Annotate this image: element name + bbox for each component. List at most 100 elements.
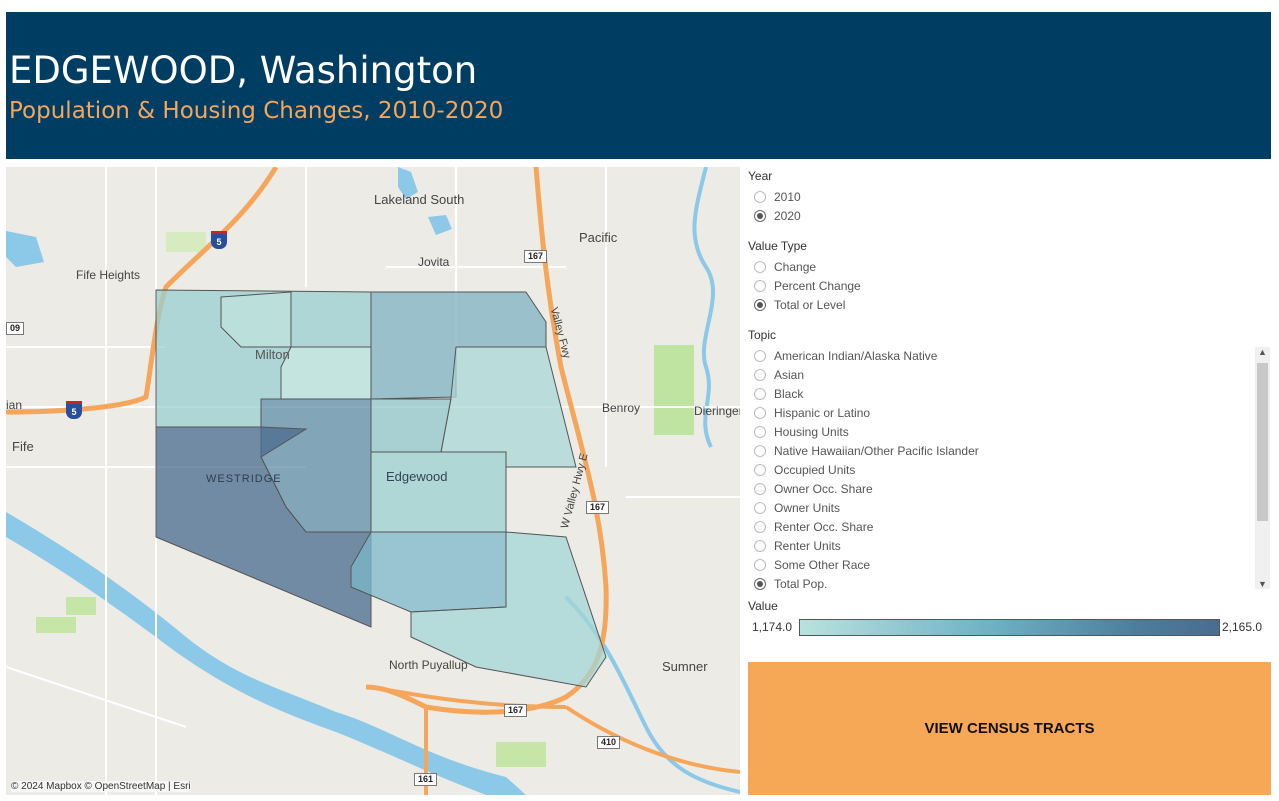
value_type-option-label: Total or Level [774,298,846,312]
topic-option[interactable]: American Indian/Alaska Native [754,348,937,364]
page-subtitle: Population & Housing Changes, 2010-2020 [9,98,504,124]
park [496,742,546,767]
route-shield: 167 [504,704,528,717]
map-attribution[interactable]: © 2024 Mapbox © OpenStreetMap | Esri [11,781,191,792]
place-label: Fife Heights [76,268,141,282]
scroll-thumb[interactable] [1257,363,1268,521]
tract-polygon[interactable] [370,398,452,453]
census-tracts[interactable] [155,289,607,688]
year-option-label: 2020 [774,209,801,223]
topic-option-label: Some Other Race [774,558,871,572]
interstate-shield: 5 [66,401,82,419]
topic-option[interactable]: Occupied Units [754,462,855,478]
year-option-label: 2010 [774,190,801,204]
value_type-option-label: Percent Change [774,279,861,293]
topic-option[interactable]: Black [754,386,803,402]
radio-button-icon[interactable] [754,280,766,292]
place-label: WESTRIDGE [206,473,282,485]
legend-min-value: 1,174.0 [752,620,793,634]
place-label: Pacific [579,230,618,245]
place-label: Fife [12,439,34,454]
topic-option[interactable]: Total Pop. [754,576,827,592]
radio-button-icon[interactable] [754,261,766,273]
topic-option-label: American Indian/Alaska Native [774,349,938,363]
map-view[interactable]: Lakeland South Pacific Jovita Fife Heigh… [6,167,740,795]
lake-water [6,231,44,267]
lake-water [428,215,452,235]
topic-option-label: Owner Units [774,501,841,515]
route-shield: 167 [524,250,548,263]
view-census-tracts-button[interactable]: VIEW CENSUS TRACTS [748,662,1271,795]
interstate-shield: 5 [211,231,227,249]
topic-option[interactable]: Renter Occ. Share [754,519,873,535]
year-option[interactable]: 2020 [754,208,801,224]
topic-option-label: Hispanic or Latino [774,406,871,420]
radio-button-icon[interactable] [754,388,766,400]
header-banner: EDGEWOOD, Washington Population & Housin… [6,12,1271,159]
topic-option[interactable]: Native Hawaiian/Other Pacific Islander [754,443,979,459]
radio-button-icon[interactable] [754,445,766,457]
route-shield: 161 [414,773,438,786]
topic-option[interactable]: Some Other Race [754,557,870,573]
legend-max-value: 2,165.0 [1222,620,1263,634]
radio-button-icon[interactable] [754,521,766,533]
radio-button-icon[interactable] [754,191,766,203]
topic-option-label: Asian [774,368,805,382]
topic-option[interactable]: Owner Units [754,500,840,516]
topic-scrollbar[interactable]: ▲ ▼ [1255,347,1270,589]
radio-button-icon[interactable] [754,299,766,311]
value_type-option[interactable]: Total or Level [754,297,845,313]
place-label: Milton [255,347,290,362]
park [654,345,694,435]
radio-button-icon[interactable] [754,483,766,495]
place-label: North Puyallup [389,658,468,672]
legend-title: Value [748,599,778,613]
radio-button-icon[interactable] [754,540,766,552]
topic-option[interactable]: Housing Units [754,424,849,440]
value_type-option-label: Change [774,260,817,274]
route-shield: 09 [6,322,25,335]
year-option[interactable]: 2010 [754,189,801,205]
scroll-up-icon[interactable]: ▲ [1255,347,1270,357]
tract-polygon[interactable] [370,451,507,533]
place-label: Jovita [418,255,450,269]
radio-button-icon[interactable] [754,426,766,438]
topic-option[interactable]: Owner Occ. Share [754,481,873,497]
radio-button-icon[interactable] [754,350,766,362]
scroll-down-icon[interactable]: ▼ [1255,579,1270,589]
radio-button-icon[interactable] [754,369,766,381]
topic-option-label: Housing Units [774,425,849,439]
topic-option-label: Owner Occ. Share [774,482,873,496]
route-shield: 167 [586,501,610,514]
radio-button-icon[interactable] [754,578,766,590]
tract-polygon[interactable] [440,346,577,468]
radio-button-icon[interactable] [754,464,766,476]
radio-button-icon[interactable] [754,210,766,222]
topic-filter-title: Topic [748,328,777,342]
radio-button-icon[interactable] [754,559,766,571]
topic-option-label: Occupied Units [774,463,856,477]
park [36,617,76,633]
map-canvas[interactable] [6,167,740,795]
topic-option-label: Native Hawaiian/Other Pacific Islander [774,444,979,458]
topic-option[interactable]: Renter Units [754,538,841,554]
place-label: Sumner [662,659,708,674]
radio-button-icon[interactable] [754,407,766,419]
tract-polygon[interactable] [350,531,507,613]
place-label: Benroy [602,401,641,415]
value-type-filter-title: Value Type [748,239,807,253]
value_type-option[interactable]: Percent Change [754,278,861,294]
value_type-option[interactable]: Change [754,259,816,275]
year-filter-title: Year [748,169,773,183]
legend-color-ramp [799,619,1220,636]
topic-option-label: Renter Units [774,539,841,553]
park [166,232,206,252]
topic-option[interactable]: Hispanic or Latino [754,405,870,421]
place-label: Dieringer [694,404,740,418]
topic-option[interactable]: Asian [754,367,804,383]
radio-button-icon[interactable] [754,502,766,514]
place-label: Edgewood [386,469,448,484]
topic-option-label: Black [774,387,804,401]
tract-polygon[interactable] [280,346,372,400]
route-shield: 410 [597,736,621,749]
